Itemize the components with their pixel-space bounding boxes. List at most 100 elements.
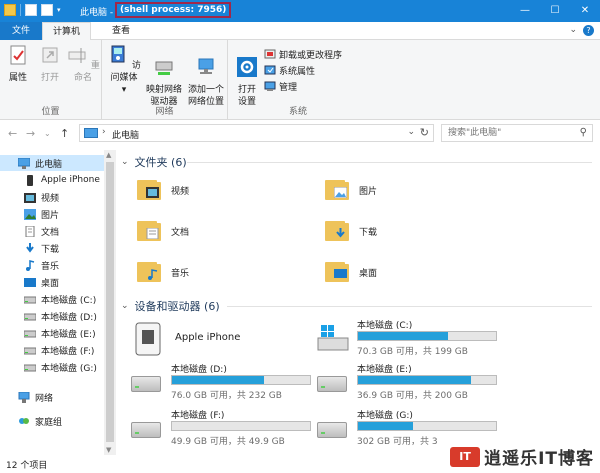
scroll-up-icon[interactable]: ▲ <box>106 151 111 159</box>
folders-section-header[interactable]: ⌄ 文件夹 (6) <box>121 154 187 170</box>
minimize-button[interactable]: — <box>510 0 540 22</box>
sidebar-item-label: Apple iPhone <box>41 175 100 185</box>
search-icon[interactable]: ⚲ <box>580 127 587 138</box>
folder-label: 音乐 <box>171 268 190 279</box>
folder-item-videos[interactable]: 视频 <box>137 176 189 204</box>
properties-button[interactable]: 属性 <box>4 44 32 84</box>
sidebar-item-homegroup[interactable]: 家庭组 <box>0 413 104 429</box>
window-title-highlight: (shell process: 7956) <box>115 2 232 18</box>
new-folder-quick-icon[interactable] <box>41 4 53 16</box>
sidebar-item-drive-g[interactable]: 本地磁盘 (G:) <box>0 359 104 375</box>
navigation-bar: ← → ⌄ ↑ › 此电脑 ⌄ ↻ ⚲ <box>0 120 600 146</box>
group-label-network: 网络 <box>155 107 174 117</box>
divider <box>227 306 592 307</box>
rename-button[interactable]: 重命名 <box>66 44 100 84</box>
refresh-icon[interactable]: ↻ <box>420 126 429 139</box>
drive-info: 70.3 GB 可用，共 199 GB <box>357 347 468 357</box>
drive-info: 36.9 GB 可用，共 200 GB <box>357 391 468 401</box>
system-properties-button[interactable]: 系统属性 <box>264 62 342 78</box>
help-icon[interactable]: ? <box>583 25 594 36</box>
documents-folder-icon <box>137 221 161 241</box>
manage-button[interactable]: 管理 <box>264 78 342 94</box>
watermark-brand: 逍遥乐IT博客 <box>484 449 594 469</box>
chevron-down-icon[interactable]: ▾ <box>57 6 61 14</box>
sidebar-item-pictures[interactable]: 图片 <box>0 206 104 222</box>
sidebar-item-this-pc[interactable]: 此电脑 <box>0 155 104 171</box>
chevron-down-icon[interactable]: ⌄ <box>44 129 51 138</box>
system-properties-icon <box>264 65 276 75</box>
folder-item-music[interactable]: 音乐 <box>137 258 189 286</box>
download-icon <box>26 242 34 253</box>
sidebar-item-desktop[interactable]: 桌面 <box>0 274 104 290</box>
folder-item-pictures[interactable]: 图片 <box>325 176 377 204</box>
drive-icon <box>24 296 36 303</box>
chevron-down-icon[interactable]: ⌄ <box>569 25 577 36</box>
sidebar-item-label: 视频 <box>41 193 60 204</box>
drive-usage-bar <box>357 375 497 385</box>
chevron-down-icon[interactable]: ⌄ <box>121 301 129 311</box>
scroll-down-icon[interactable]: ▼ <box>106 446 111 454</box>
tab-computer[interactable]: 计算机 <box>42 22 92 41</box>
download-folder-icon <box>325 221 349 241</box>
sidebar-item-label: 网络 <box>35 393 54 404</box>
scrollbar-thumb[interactable] <box>106 162 114 442</box>
tab-view[interactable]: 查看 <box>102 22 140 40</box>
uninstall-programs-button[interactable]: 卸载或更改程序 <box>264 46 342 62</box>
sidebar-item-drive-f[interactable]: 本地磁盘 (F:) <box>0 342 104 358</box>
watermark-logo: IT <box>450 446 481 467</box>
folder-item-documents[interactable]: 文档 <box>137 217 189 245</box>
up-arrow-icon[interactable]: ↑ <box>60 127 69 140</box>
group-label-system: 系统 <box>288 107 307 117</box>
search-box[interactable]: ⚲ <box>441 124 593 142</box>
open-settings-button[interactable]: 打开 设置 <box>232 44 262 108</box>
folder-item-desktop[interactable]: 桌面 <box>325 258 377 286</box>
folder-label: 下载 <box>359 227 378 238</box>
pictures-folder-icon <box>325 180 349 200</box>
back-arrow-icon[interactable]: ← <box>8 127 17 140</box>
desktop-folder-icon <box>325 262 349 282</box>
ribbon-tabs: 文件 计算机 查看 ⌄ ? <box>0 22 600 41</box>
ribbon-group-location: 属性 打开 重命名 位置 <box>0 40 102 120</box>
properties-quick-icon[interactable] <box>25 4 37 16</box>
folder-item-downloads[interactable]: 下载 <box>325 217 377 245</box>
close-button[interactable]: ✕ <box>570 0 600 22</box>
sidebar-item-drive-e[interactable]: 本地磁盘 (E:) <box>0 325 104 341</box>
tab-file[interactable]: 文件 <box>0 22 42 40</box>
sidebar-item-downloads[interactable]: 下载 <box>0 240 104 256</box>
sidebar-item-drive-c[interactable]: 本地磁盘 (C:) <box>0 291 104 307</box>
add-network-location-button[interactable]: 添加一个 网络位置 <box>186 44 226 108</box>
homegroup-icon <box>19 417 29 424</box>
device-item-iphone[interactable]: Apple iPhone <box>135 320 305 360</box>
map-network-drive-button[interactable]: 映射网络 驱动器 <box>144 44 184 108</box>
chevron-down-icon: ▾ <box>121 85 127 95</box>
drive-item-f[interactable]: 本地磁盘 (F:) 49.9 GB 可用，共 49.9 GB <box>131 408 331 450</box>
drive-usage-bar <box>171 375 311 385</box>
sidebar-scrollbar[interactable]: ▲ ▼ <box>104 150 116 455</box>
drive-usage-fill <box>172 376 265 384</box>
rename-icon <box>68 48 86 63</box>
sidebar-item-documents[interactable]: 文档 <box>0 223 104 239</box>
devices-section-header[interactable]: ⌄ 设备和驱动器 (6) <box>121 298 220 314</box>
breadcrumb[interactable]: 此电脑 <box>112 128 139 141</box>
access-media-button[interactable]: 访问媒体 ▾ <box>106 44 142 96</box>
chevron-down-icon[interactable]: ⌄ <box>407 127 415 137</box>
chevron-right-icon[interactable]: › <box>102 127 106 137</box>
devices-header-label: 设备和驱动器 (6) <box>134 300 220 313</box>
open-button[interactable]: 打开 <box>36 44 64 84</box>
sidebar-item-drive-d[interactable]: 本地磁盘 (D:) <box>0 308 104 324</box>
chevron-down-icon[interactable]: ⌄ <box>121 157 129 167</box>
drive-item-e[interactable]: 本地磁盘 (E:) 36.9 GB 可用，共 200 GB <box>317 362 557 404</box>
address-bar[interactable]: › 此电脑 ⌄ ↻ <box>79 124 434 142</box>
quick-access-toolbar: ▾ <box>4 4 61 16</box>
sidebar-item-iphone[interactable]: Apple iPhone <box>0 172 104 188</box>
properties-icon <box>10 45 26 65</box>
drive-item-c[interactable]: 本地磁盘 (C:) 70.3 GB 可用，共 199 GB <box>317 318 557 360</box>
watermark: IT 逍遥乐IT博客 <box>450 444 594 469</box>
search-input[interactable] <box>442 125 572 141</box>
drive-item-d[interactable]: 本地磁盘 (D:) 76.0 GB 可用，共 232 GB <box>131 362 331 404</box>
sidebar-item-videos[interactable]: 视频 <box>0 189 104 205</box>
sidebar-item-music[interactable]: 音乐 <box>0 257 104 273</box>
maximize-button[interactable]: ☐ <box>540 0 570 22</box>
forward-arrow-icon[interactable]: → <box>26 127 35 140</box>
sidebar-item-network[interactable]: 网络 <box>0 389 104 405</box>
